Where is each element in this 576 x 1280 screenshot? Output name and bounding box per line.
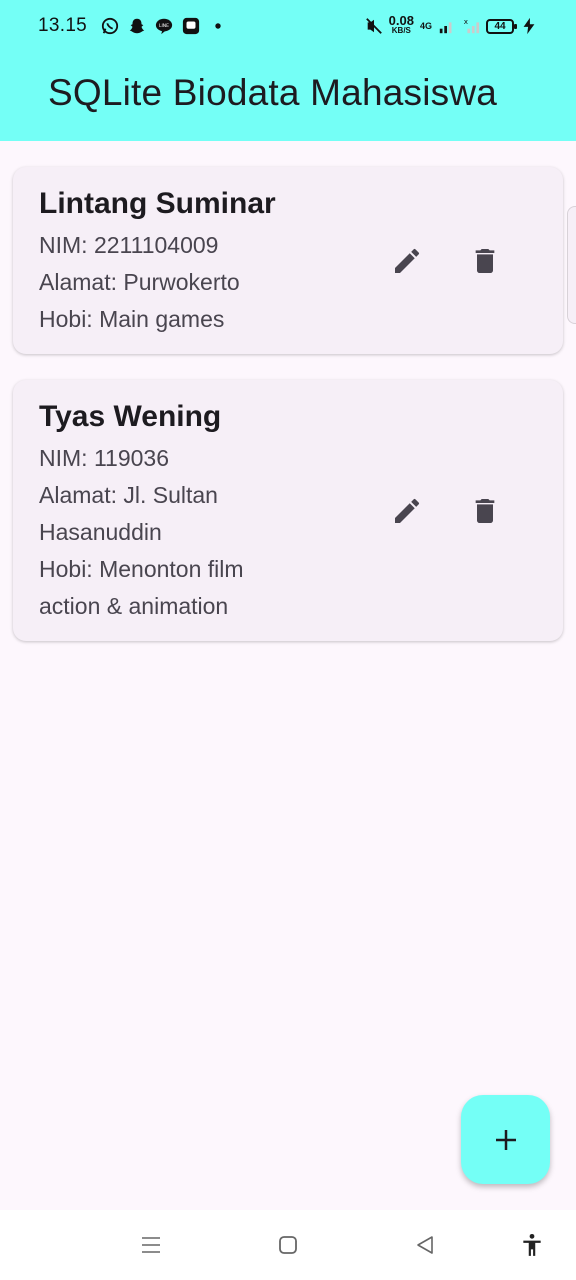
system-nav-bar: [0, 1210, 576, 1280]
status-time: 13.15: [38, 15, 88, 36]
student-list: Lintang Suminar NIM: 2211104009 Alamat: …: [13, 167, 563, 667]
student-alamat: Alamat: Jl. Sultan Hasanuddin: [39, 482, 218, 545]
status-bar: 13.15 LINE 0.08 KB/S 4G x 44: [0, 0, 576, 52]
student-name: Tyas Wening: [39, 400, 222, 433]
student-alamat: Alamat: Purwokerto: [39, 269, 240, 295]
student-card[interactable]: Lintang Suminar NIM: 2211104009 Alamat: …: [13, 167, 563, 354]
network-type: 4G: [419, 21, 432, 31]
card-actions: [387, 241, 505, 281]
delete-icon: [475, 498, 495, 523]
delete-button[interactable]: [465, 241, 505, 281]
charging-icon: [523, 17, 535, 35]
snapchat-icon: [129, 18, 145, 34]
menu-icon: [142, 1237, 160, 1253]
status-right: 0.08 KB/S 4G x 44: [365, 13, 538, 36]
notification-icons: LINE: [101, 17, 227, 35]
home-button[interactable]: [275, 1232, 301, 1258]
svg-text:LINE: LINE: [159, 23, 169, 29]
dot-icon: [215, 23, 221, 29]
edit-icon: [395, 248, 420, 273]
student-hobi: Hobi: Main games: [39, 306, 225, 332]
page-title: SQLite Biodata Mahasiswa: [48, 72, 498, 113]
signal-icon: [439, 22, 452, 34]
student-card[interactable]: Tyas Wening NIM: 119036 Alamat: Jl. Sult…: [13, 380, 563, 641]
scroll-edge: [567, 206, 576, 324]
student-name: Lintang Suminar: [39, 187, 276, 220]
edit-icon: [395, 498, 420, 523]
accessibility-button[interactable]: [519, 1232, 545, 1258]
home-icon: [279, 1236, 297, 1254]
add-button[interactable]: [461, 1095, 550, 1184]
recents-button[interactable]: [138, 1232, 164, 1258]
messages-icon: [182, 17, 200, 35]
back-button[interactable]: [412, 1232, 438, 1258]
card-actions: [387, 491, 505, 531]
student-nim: NIM: 2211104009: [39, 232, 219, 258]
edit-button[interactable]: [387, 241, 427, 281]
mute-icon: [365, 18, 382, 34]
student-nim: NIM: 119036: [39, 445, 169, 471]
svg-text:x: x: [464, 17, 469, 26]
signal-2-icon: x: [464, 17, 480, 34]
edit-button[interactable]: [387, 491, 427, 531]
add-icon: [495, 1129, 516, 1150]
delete-icon: [475, 248, 495, 273]
accessibility-icon: [523, 1233, 541, 1256]
whatsapp-icon: [101, 17, 119, 35]
line-icon: LINE: [155, 18, 173, 35]
student-hobi: Hobi: Menonton film action & animation: [39, 556, 244, 619]
battery-indicator: 44: [486, 18, 517, 34]
app-bar: 13.15 LINE 0.08 KB/S 4G x 44 SQLite Biod…: [0, 0, 576, 141]
back-icon: [417, 1236, 433, 1254]
delete-button[interactable]: [465, 491, 505, 531]
network-speed: 0.08 KB/S: [388, 13, 414, 35]
